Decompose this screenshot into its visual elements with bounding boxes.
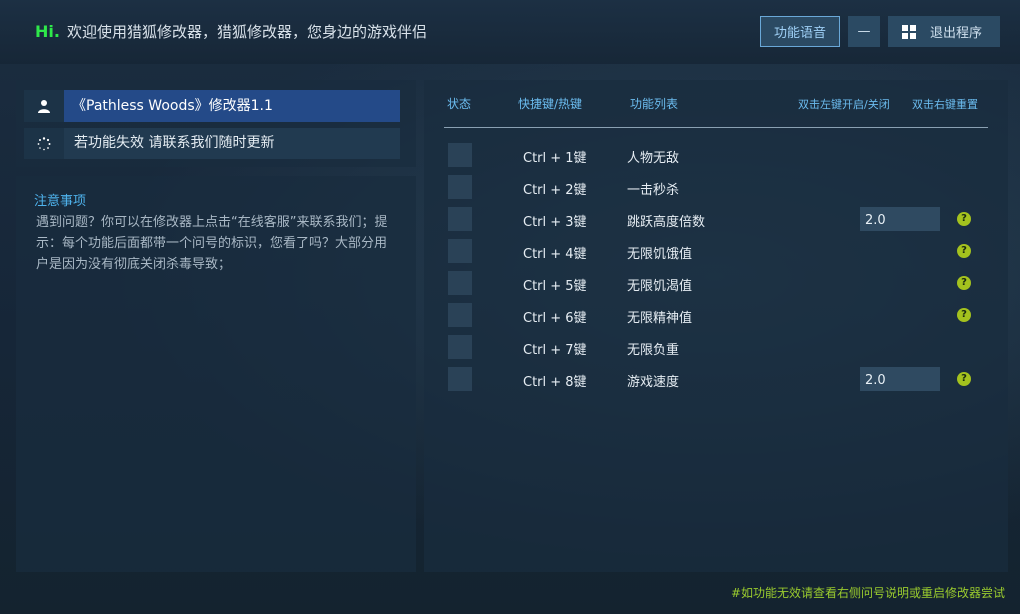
- status-toggle[interactable]: [448, 239, 472, 263]
- column-header-feature: 功能列表: [630, 97, 679, 111]
- cheat-row: Ctrl + 3键 跳跃高度倍数 ?: [448, 207, 988, 231]
- cheat-row: Ctrl + 4键 无限饥饿值 ?: [448, 239, 988, 263]
- feature-name: 无限负重: [627, 343, 680, 358]
- cheat-row: Ctrl + 1键 人物无敌: [448, 143, 988, 167]
- notes-body: 遇到问题？你可以在修改器上点击“在线客服”来联系我们；提示：每个功能后面都带一个…: [36, 215, 388, 272]
- status-toggle[interactable]: [448, 303, 472, 327]
- cheat-row: Ctrl + 6键 无限精神值 ?: [448, 303, 988, 327]
- header-bar: Hi. 欢迎使用猎狐修改器，猎狐修改器，您身边的游戏伴侣 功能语音 — 退出程序: [0, 0, 1020, 64]
- column-header-status: 状态: [447, 97, 472, 111]
- status-toggle[interactable]: [448, 143, 472, 167]
- game-title-row[interactable]: 《Pathless Woods》修改器1.1: [24, 90, 400, 122]
- feature-name: 无限饥饿值: [627, 247, 693, 262]
- voice-feature-button[interactable]: 功能语音: [760, 16, 840, 47]
- update-text: 若功能失效 请联系我们随时更新: [64, 128, 400, 159]
- cheat-row: Ctrl + 5键 无限饥渴值 ?: [448, 271, 988, 295]
- minimize-button[interactable]: —: [848, 16, 880, 47]
- toggle-hint: 双击左键开启/关闭: [798, 98, 890, 111]
- windows-logo-icon: [902, 24, 916, 39]
- question-icon[interactable]: ?: [957, 372, 971, 386]
- status-toggle[interactable]: [448, 207, 472, 231]
- loading-spinner-icon: [37, 136, 51, 150]
- question-icon[interactable]: ?: [957, 244, 971, 258]
- status-toggle[interactable]: [448, 335, 472, 359]
- cheat-row: Ctrl + 8键 游戏速度 ?: [448, 367, 988, 391]
- reset-hint: 双击右键重置: [912, 98, 978, 111]
- status-toggle[interactable]: [448, 175, 472, 199]
- hotkey-label: Ctrl + 1键: [523, 151, 587, 166]
- cheat-row: Ctrl + 2键 一击秒杀: [448, 175, 988, 199]
- user-icon: [38, 100, 50, 113]
- status-toggle[interactable]: [448, 367, 472, 391]
- hotkey-label: Ctrl + 4键: [523, 247, 587, 262]
- header-divider: [444, 127, 988, 128]
- feature-name: 无限精神值: [627, 311, 693, 326]
- jump-multiplier-input[interactable]: [860, 207, 940, 231]
- welcome-text: 欢迎使用猎狐修改器，猎狐修改器，您身边的游戏伴侣: [67, 23, 428, 41]
- hotkey-label: Ctrl + 3键: [523, 215, 587, 230]
- hotkey-label: Ctrl + 2键: [523, 183, 587, 198]
- exit-label: 退出程序: [930, 26, 983, 41]
- status-toggle[interactable]: [448, 271, 472, 295]
- game-speed-input[interactable]: [860, 367, 940, 391]
- column-header-hotkey: 快捷键/热键: [518, 97, 583, 111]
- footer-note: #如功能无效请查看右侧问号说明或重启修改器尝试: [730, 586, 1005, 600]
- exit-button[interactable]: 退出程序: [888, 16, 1000, 47]
- hotkey-label: Ctrl + 5键: [523, 279, 587, 294]
- question-icon[interactable]: ?: [957, 276, 971, 290]
- feature-name: 游戏速度: [627, 375, 680, 390]
- hi-logo: Hi.: [35, 22, 60, 41]
- hotkey-label: Ctrl + 6键: [523, 311, 587, 326]
- game-title: 《Pathless Woods》修改器1.1: [64, 90, 400, 122]
- notes-title: 注意事项: [34, 194, 87, 209]
- cheat-row: Ctrl + 7键 无限负重: [448, 335, 988, 359]
- question-icon[interactable]: ?: [957, 212, 971, 226]
- hotkey-label: Ctrl + 7键: [523, 343, 587, 358]
- feature-name: 跳跃高度倍数: [627, 215, 706, 230]
- feature-name: 人物无敌: [627, 151, 680, 166]
- feature-name: 无限饥渴值: [627, 279, 693, 294]
- feature-name: 一击秒杀: [627, 183, 680, 198]
- hotkey-label: Ctrl + 8键: [523, 375, 587, 390]
- question-icon[interactable]: ?: [957, 308, 971, 322]
- update-contact-row[interactable]: 若功能失效 请联系我们随时更新: [24, 128, 400, 159]
